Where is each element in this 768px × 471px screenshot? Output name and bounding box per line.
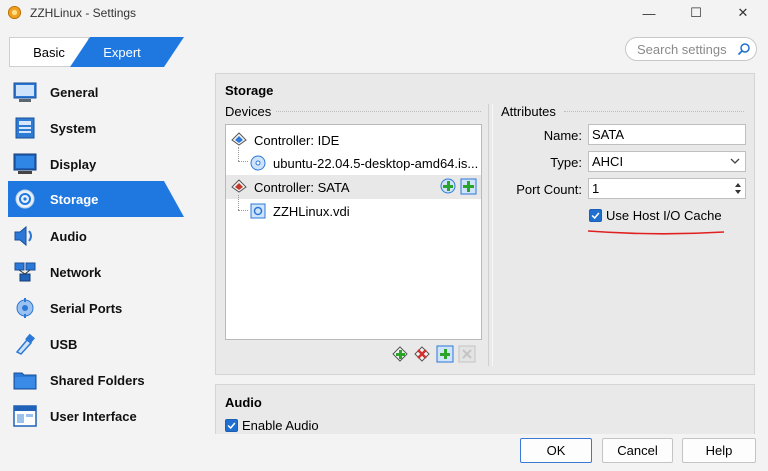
network-icon <box>14 262 36 282</box>
ide-controller-icon <box>231 132 247 146</box>
add-optical-drive-icon[interactable] <box>440 178 457 195</box>
name-field[interactable]: SATA <box>588 124 746 145</box>
help-label: Help <box>705 443 733 458</box>
ok-button[interactable]: OK <box>520 438 592 463</box>
sidebar-item-label: Audio <box>50 229 87 244</box>
serial-ports-icon <box>16 298 34 318</box>
port-count-spinbox[interactable]: 1 <box>588 178 746 199</box>
remove-attachment-icon[interactable] <box>458 345 476 363</box>
hard-disk-icon <box>250 203 266 219</box>
maximize-icon: ☐ <box>690 5 702 20</box>
storage-panel: Storage Devices Controller: IDE ubuntu-2… <box>215 73 755 375</box>
system-icon <box>15 117 35 139</box>
add-attachment-icon[interactable] <box>436 345 454 363</box>
checkbox-checked-icon <box>225 419 238 432</box>
type-select[interactable]: AHCI <box>588 151 746 172</box>
search-settings-input[interactable]: Search settings <box>625 37 757 61</box>
panel-divider <box>488 104 489 366</box>
storage-devices-tree[interactable]: Controller: IDE ubuntu-22.04.5-desktop-a… <box>225 124 482 340</box>
close-button[interactable]: ✕ <box>720 0 766 26</box>
type-label: Type: <box>550 155 582 170</box>
attributes-label: Attributes <box>501 104 556 119</box>
sidebar-item-system[interactable]: System <box>8 110 184 146</box>
tree-label: Controller: IDE <box>254 133 340 148</box>
minimize-icon: — <box>642 5 656 21</box>
checkbox-checked-icon <box>589 209 602 222</box>
type-value: AHCI <box>592 154 624 169</box>
sidebar-item-label: System <box>50 121 97 136</box>
name-value: SATA <box>592 127 625 142</box>
virtualbox-app-icon <box>7 5 22 20</box>
window-title: ZZHLinux - Settings <box>30 6 137 20</box>
optical-disk-icon <box>250 155 266 171</box>
cancel-label: Cancel <box>617 443 658 458</box>
sidebar-item-label: Display <box>50 157 97 172</box>
display-icon <box>13 153 37 174</box>
shared-folders-icon <box>13 372 37 390</box>
tree-label: Controller: SATA <box>254 180 350 195</box>
sidebar-item-general[interactable]: General <box>8 74 184 110</box>
add-controller-icon[interactable] <box>391 345 409 363</box>
sidebar-item-usb[interactable]: USB <box>8 326 184 362</box>
expert-mode-button[interactable]: Expert <box>70 37 184 67</box>
expert-mode-label: Expert <box>103 44 141 60</box>
audio-panel: Audio Enable Audio <box>215 384 755 434</box>
audio-title: Audio <box>225 395 262 410</box>
sidebar-item-storage[interactable]: Storage <box>8 181 184 217</box>
port-count-label: Port Count: <box>516 182 582 197</box>
sidebar-item-user-interface[interactable]: User Interface <box>8 398 184 434</box>
red-underline-annotation <box>587 230 725 235</box>
remove-controller-icon[interactable] <box>413 345 431 363</box>
tree-row-hard-disk[interactable]: ZZHLinux.vdi <box>226 199 481 223</box>
storage-icon <box>15 189 35 209</box>
search-icon <box>737 43 750 56</box>
cancel-button[interactable]: Cancel <box>602 438 673 463</box>
sidebar-item-label: Shared Folders <box>50 373 145 388</box>
tree-row-optical-disk[interactable]: ubuntu-22.04.5-desktop-amd64.is... <box>226 151 481 175</box>
name-label: Name: <box>543 128 582 143</box>
usb-icon <box>15 333 35 355</box>
sidebar-item-audio[interactable]: Audio <box>8 218 184 254</box>
tree-label: ubuntu-22.04.5-desktop-amd64.is... <box>273 156 479 171</box>
settings-sidebar: General System Display Storage Audio Net… <box>0 72 205 471</box>
sidebar-item-label: USB <box>50 337 78 352</box>
panel-divider-highlight <box>492 104 493 366</box>
sata-controller-icon <box>231 179 247 193</box>
tree-row-controller-ide[interactable]: Controller: IDE <box>226 128 481 152</box>
attributes-divider <box>564 111 744 112</box>
general-icon <box>13 82 37 102</box>
sidebar-item-label: Network <box>50 265 102 280</box>
title-bar: ZZHLinux - Settings — ☐ ✕ <box>0 0 768 26</box>
chevron-down-icon <box>730 158 740 164</box>
basic-mode-label: Basic <box>33 44 65 60</box>
tree-label: ZZHLinux.vdi <box>273 204 350 219</box>
sidebar-item-label: User Interface <box>50 409 137 424</box>
sidebar-item-display[interactable]: Display <box>8 146 184 182</box>
ok-label: OK <box>546 443 566 458</box>
sidebar-item-label: General <box>50 85 99 100</box>
minimize-button[interactable]: — <box>626 0 672 26</box>
sidebar-item-serial-ports[interactable]: Serial Ports <box>8 290 184 326</box>
help-button[interactable]: Help <box>682 438 756 463</box>
user-interface-icon <box>13 405 37 427</box>
devices-divider <box>276 111 481 112</box>
devices-label: Devices <box>225 104 272 119</box>
enable-audio-label: Enable Audio <box>242 418 319 433</box>
page-title: Storage <box>225 83 274 98</box>
maximize-button[interactable]: ☐ <box>673 0 719 26</box>
use-host-io-cache-label: Use Host I/O Cache <box>606 208 722 223</box>
close-icon: ✕ <box>737 5 749 20</box>
audio-icon <box>14 225 32 247</box>
sidebar-item-network[interactable]: Network <box>8 254 184 290</box>
spin-arrows-icon[interactable] <box>734 182 742 195</box>
port-count-value: 1 <box>592 181 600 196</box>
sidebar-item-label: Storage <box>50 192 99 207</box>
sidebar-item-label: Serial Ports <box>50 301 123 316</box>
sidebar-item-shared-folders[interactable]: Shared Folders <box>8 362 184 398</box>
search-placeholder: Search settings <box>637 42 727 57</box>
tree-row-controller-sata[interactable]: Controller: SATA <box>226 175 481 199</box>
